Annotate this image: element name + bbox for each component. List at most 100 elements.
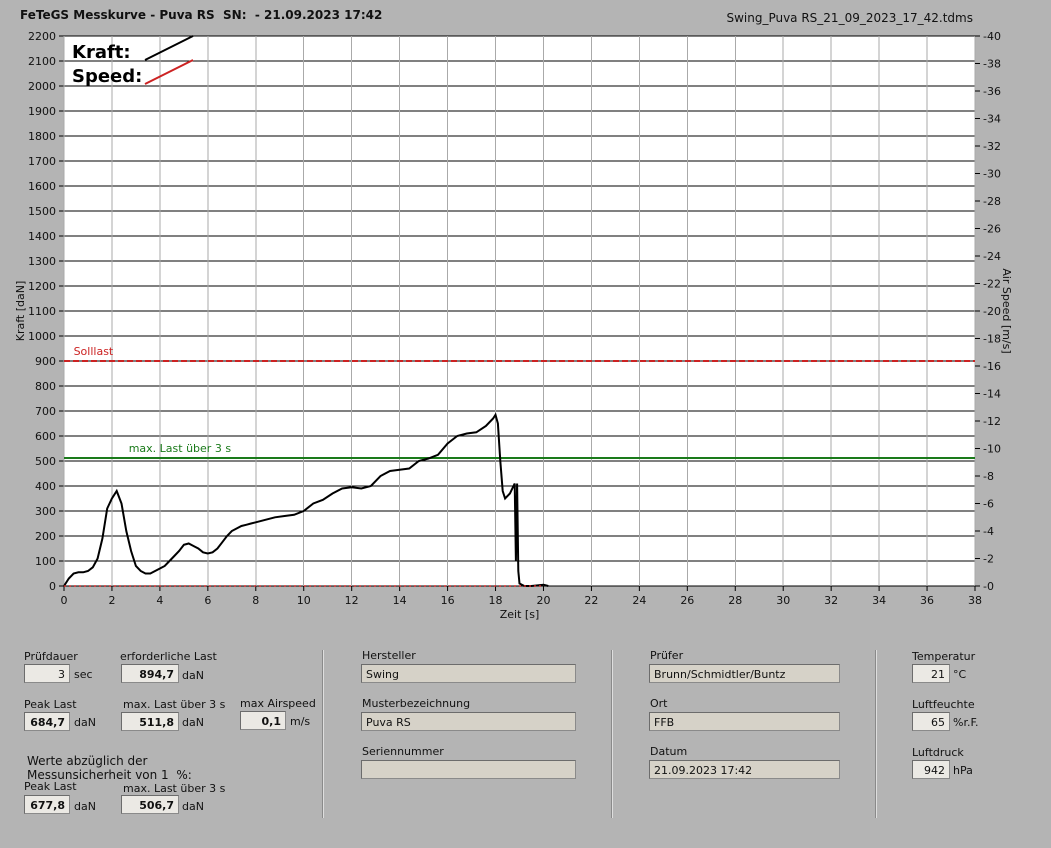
x-tick-label: 22 [584, 594, 598, 607]
x-tick-label: 14 [393, 594, 407, 607]
y-tick-label: 700 [35, 405, 56, 418]
x-tick-label: 2 [108, 594, 115, 607]
y-tick-label: 1700 [28, 155, 56, 168]
y-tick-label: 0 [49, 580, 56, 593]
erf-last-unit: daN [182, 669, 204, 682]
ort-field: FFB [649, 712, 840, 731]
temperatur-unit: °C [953, 668, 967, 681]
y2-tick-label: -16 [983, 360, 1001, 373]
y-tick-label: 1000 [28, 330, 56, 343]
measurement-uncertainty-note: Werte abzüglich der Messunsicherheit von… [27, 754, 192, 782]
luftdruck-unit: hPa [953, 764, 973, 777]
y-tick-label: 2000 [28, 80, 56, 93]
temperatur-field: 21 [912, 664, 950, 683]
y2-tick-label: -14 [983, 388, 1001, 401]
y2-tick-label: -38 [983, 58, 1001, 71]
x-tick-label: 8 [252, 594, 259, 607]
peak-last-label: Peak Last [24, 698, 77, 711]
y-tick-label: 1900 [28, 105, 56, 118]
x-tick-label: 6 [204, 594, 211, 607]
x-tick-label: 12 [345, 594, 359, 607]
temperatur-label: Temperatur [912, 650, 976, 663]
y2-tick-label: -34 [983, 113, 1001, 126]
y2-tick-label: -36 [983, 85, 1001, 98]
x-tick-label: 30 [776, 594, 790, 607]
hersteller-field: Swing [361, 664, 576, 683]
y2-tick-label: -0 [983, 580, 994, 593]
y2-tick-label: -24 [983, 250, 1001, 263]
y2-tick-label: -20 [983, 305, 1001, 318]
max-airspeed-label: max Airspeed [240, 697, 316, 710]
y2-tick-label: -18 [983, 333, 1001, 346]
y-tick-label: 600 [35, 430, 56, 443]
y2-tick-label: -26 [983, 223, 1001, 236]
y-tick-label: 300 [35, 505, 56, 518]
x-axis-label: Zeit [s] [500, 608, 539, 621]
y-tick-label: 500 [35, 455, 56, 468]
x-tick-label: 26 [680, 594, 694, 607]
y-tick-label: 1400 [28, 230, 56, 243]
panel-separator-1 [322, 650, 324, 818]
luftfeuchte-field: 65 [912, 712, 950, 731]
y-tick-label: 800 [35, 380, 56, 393]
y2-tick-label: -10 [983, 443, 1001, 456]
y-tick-label: 1100 [28, 305, 56, 318]
panel-separator-2 [611, 650, 613, 818]
y-tick-label: 1200 [28, 280, 56, 293]
peak-last-field: 684,7 [24, 712, 70, 731]
luftdruck-field: 942 [912, 760, 950, 779]
max-last2-field: 506,7 [121, 795, 179, 814]
y-tick-label: 1500 [28, 205, 56, 218]
y-tick-label: 400 [35, 480, 56, 493]
max-last-field: 511,8 [121, 712, 179, 731]
peak-last-unit: daN [74, 716, 96, 729]
pruefer-field: Brunn/Schmidtler/Buntz [649, 664, 840, 683]
y-tick-label: 2200 [28, 30, 56, 43]
y-tick-label: 1600 [28, 180, 56, 193]
x-tick-label: 10 [297, 594, 311, 607]
y2-tick-label: -28 [983, 195, 1001, 208]
pruefer-label: Prüfer [650, 649, 684, 662]
peak-last2-label: Peak Last [24, 780, 77, 793]
y2-tick-label: -6 [983, 498, 994, 511]
y2-tick-label: -22 [983, 278, 1001, 291]
y-tick-label: 100 [35, 555, 56, 568]
max-airspeed-field: 0,1 [240, 711, 286, 730]
y-tick-label: 900 [35, 355, 56, 368]
pruefdauer-label: Prüfdauer [24, 650, 78, 663]
x-tick-label: 20 [536, 594, 550, 607]
peak-last2-unit: daN [74, 800, 96, 813]
y2-tick-label: -40 [983, 30, 1001, 43]
luftfeuchte-unit: %r.F. [953, 716, 979, 729]
y-tick-label: 2100 [28, 55, 56, 68]
y-tick-label: 1800 [28, 130, 56, 143]
x-tick-label: 4 [156, 594, 163, 607]
x-tick-label: 28 [728, 594, 742, 607]
max-last-unit: daN [182, 716, 204, 729]
hersteller-label: Hersteller [362, 649, 416, 662]
erf-last-label: erforderliche Last [120, 650, 217, 663]
x-tick-label: 18 [489, 594, 503, 607]
y2-tick-label: -8 [983, 470, 994, 483]
y2-tick-label: -30 [983, 168, 1001, 181]
solllast-label: Solllast [74, 345, 114, 358]
muster-label: Musterbezeichnung [362, 697, 471, 710]
max-last2-unit: daN [182, 800, 204, 813]
y2-tick-label: -2 [983, 553, 994, 566]
x-tick-label: 32 [824, 594, 838, 607]
x-tick-label: 0 [61, 594, 68, 607]
y2-tick-label: -12 [983, 415, 1001, 428]
y-tick-label: 1300 [28, 255, 56, 268]
max-last-line-label: max. Last über 3 s [129, 442, 232, 455]
luftdruck-label: Luftdruck [912, 746, 964, 759]
x-tick-label: 38 [968, 594, 982, 607]
y2-tick-label: -32 [983, 140, 1001, 153]
pruefdauer-field: 3 [24, 664, 70, 683]
x-tick-label: 24 [632, 594, 646, 607]
force-speed-chart: 0100200300400500600700800900100011001200… [14, 30, 1013, 621]
datum-field: 21.09.2023 17:42 [649, 760, 840, 779]
y2-axis-label: Air Speed [m/s] [1000, 268, 1013, 353]
legend-label: Speed: [72, 66, 142, 87]
y-axis-label: Kraft [daN] [14, 281, 27, 342]
x-tick-label: 34 [872, 594, 886, 607]
